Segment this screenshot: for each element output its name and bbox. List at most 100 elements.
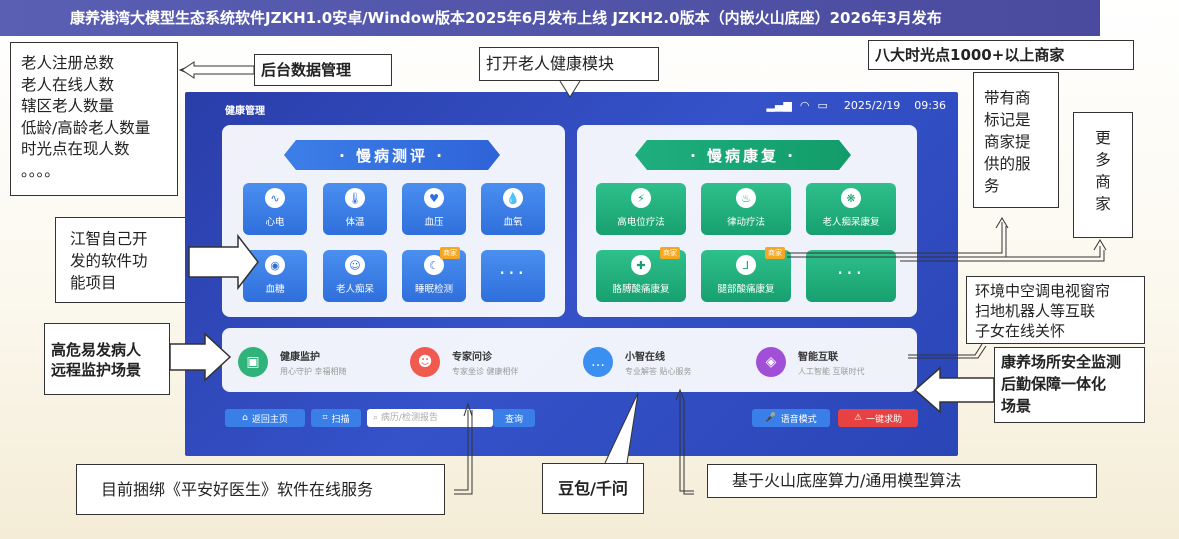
tile-more-left[interactable]: ··· xyxy=(481,250,545,302)
chronic-rehab-ribbon: · 慢病康复 · xyxy=(635,140,851,170)
stats-line: 老人注册总数 xyxy=(21,54,115,72)
tile-label: 胳膊酸痛康复 xyxy=(612,284,670,295)
doubao-note: 豆包/千问 xyxy=(542,463,644,514)
leg-icon: ⅃ xyxy=(736,255,756,275)
more-merchants-char: 更 xyxy=(1095,129,1111,147)
voice-label: 语音模式 xyxy=(780,414,817,425)
merchant-badge: 商家 xyxy=(660,247,680,259)
tile-label: 血压 xyxy=(424,217,444,228)
signal-icon: ▂▄▆ xyxy=(766,99,792,112)
merchant-mark-line: 带有商 xyxy=(984,89,1031,107)
sos-label: 一键求助 xyxy=(866,414,903,425)
stats-line: 。。。。 xyxy=(21,161,60,180)
blood-drop-icon: 💧 xyxy=(503,188,523,208)
home-icon: ⌂ xyxy=(242,413,248,423)
tile-dementia-rehab[interactable]: ❋ 老人痴呆康复 xyxy=(806,183,896,235)
stats-line: 辖区老人数量 xyxy=(21,97,115,115)
query-label: 查询 xyxy=(504,414,523,425)
connect-icon: ◈ xyxy=(756,347,786,377)
more-icon: ··· xyxy=(836,261,866,285)
safety-line: 场景 xyxy=(1001,397,1032,415)
scan-label: 扫描 xyxy=(331,414,350,425)
service-subtitle: 人工智能 互联时代 xyxy=(798,366,865,376)
wifi-icon: ◠ xyxy=(799,99,810,112)
status-bar: ▂▄▆ ◠ ▭ 2025/2/19 09:36 xyxy=(766,99,946,112)
high-risk-line: 高危易发病人 xyxy=(51,341,142,359)
merchant-badge: 商家 xyxy=(765,247,785,259)
tile-label: 睡眠检测 xyxy=(414,284,453,295)
back-home-label: 返回主页 xyxy=(251,414,288,425)
merchant-mark-note: 带有商 标记是 商家提 供的服 务 xyxy=(973,72,1059,208)
safety-line: 后勤保障一体化 xyxy=(1001,375,1107,393)
tile-temperature[interactable]: 🌡 体温 xyxy=(323,183,387,235)
voice-mode-button[interactable]: 🎤 语音模式 xyxy=(752,409,830,427)
stats-line: 时光点在现人数 xyxy=(21,140,130,158)
service-title: 健康监护 xyxy=(280,351,320,363)
stats-note: 老人注册总数 老人在线人数 辖区老人数量 低龄/高龄老人数量 时光点在现人数 。… xyxy=(10,42,178,196)
search-input[interactable]: ⌕ 病历/检测报告 xyxy=(367,409,493,427)
tile-rhythm-therapy[interactable]: ♨ 律动疗法 xyxy=(701,183,791,235)
service-smart-connect[interactable]: ◈ 智能互联 人工智能 互联时代 xyxy=(756,332,865,392)
chat-icon: … xyxy=(583,347,613,377)
more-merchants-char: 家 xyxy=(1095,195,1111,213)
tile-ecg[interactable]: ∿ 心电 xyxy=(243,183,307,235)
tile-glucose[interactable]: ◉ 血糖 xyxy=(243,250,307,302)
tile-sleep[interactable]: 商家 ☾ 睡眠检测 xyxy=(402,247,466,302)
service-expert-consult[interactable]: ☻ 专家问诊 专家坐诊 健康相伴 xyxy=(410,332,519,392)
service-title: 智能互联 xyxy=(798,351,838,363)
service-health-monitor[interactable]: ▣ 健康监护 用心守护 幸福相随 xyxy=(238,332,347,392)
more-merchants-char: 多 xyxy=(1095,151,1111,169)
stats-line: 低龄/高龄老人数量 xyxy=(21,118,151,137)
safety-line: 康养场所安全监测 xyxy=(1001,353,1122,371)
merchant-mark-line: 标记是 xyxy=(984,111,1031,129)
more-merchants-note: 更 多 商 家 xyxy=(1073,112,1133,238)
monitor-icon: ▣ xyxy=(238,347,268,377)
safety-note: 康养场所安全监测 后勤保障一体化 场景 xyxy=(994,347,1145,423)
ecg-icon: ∿ xyxy=(265,188,285,208)
tile-electric-therapy[interactable]: ⚡ 高电位疗法 xyxy=(596,183,686,235)
tile-label: 律动疗法 xyxy=(726,217,765,228)
doctor-icon: ☻ xyxy=(410,347,440,377)
service-xiaozhi-online[interactable]: … 小智在线 专业解答 贴心服务 xyxy=(583,332,692,392)
blood-pressure-icon: ♥ xyxy=(424,188,444,208)
tile-label: 体温 xyxy=(345,217,365,228)
merchants-note: 八大时光点1000+以上商家 xyxy=(868,40,1134,70)
tile-label: 腿部酸痛康复 xyxy=(717,284,775,295)
service-title: 专家问诊 xyxy=(452,351,492,363)
tile-leg-rehab[interactable]: 商家 ⅃ 腿部酸痛康复 xyxy=(701,247,791,302)
high-risk-note: 高危易发病人 远程监护场景 xyxy=(44,323,170,395)
self-dev-line: 发的软件功 xyxy=(70,252,148,270)
search-placeholder: 病历/检测报告 xyxy=(380,413,438,423)
volcano-note: 基于火山底座算力/通用模型算法 xyxy=(707,464,1097,498)
chronic-assessment-ribbon: · 慢病测评 · xyxy=(284,140,500,170)
query-button[interactable]: 查询 xyxy=(493,409,535,427)
tile-dementia[interactable]: ☺ 老人痴呆 xyxy=(323,250,387,302)
tile-label: 心电 xyxy=(265,217,285,228)
scan-button[interactable]: ⌗ 扫描 xyxy=(311,409,361,427)
backend-note: 后台数据管理 xyxy=(254,54,392,86)
tile-label: 老人痴呆 xyxy=(335,284,374,295)
merchant-mark-line: 商家提 xyxy=(984,133,1031,151)
microphone-icon: 🎤 xyxy=(765,413,777,423)
sos-button[interactable]: ⚠ 一键求助 xyxy=(838,409,918,427)
tablet-title: 健康管理 xyxy=(225,106,265,117)
brain-icon: ☺ xyxy=(345,255,365,275)
tile-blood-pressure[interactable]: ♥ 血压 xyxy=(402,183,466,235)
status-time: 09:36 xyxy=(914,99,946,112)
iot-note: 环境中空调电视窗帘 扫地机器人等互联 子女在线关怀 xyxy=(966,276,1145,344)
electric-therapy-icon: ⚡ xyxy=(631,188,651,208)
service-subtitle: 用心守护 幸福相随 xyxy=(280,366,347,376)
self-dev-line: 江智自己开 xyxy=(70,230,148,248)
arrow-backend xyxy=(178,64,254,76)
tile-label: 高电位疗法 xyxy=(617,217,665,228)
service-title: 小智在线 xyxy=(625,351,665,363)
alert-icon: ⚠ xyxy=(853,413,863,423)
tile-label: 血糖 xyxy=(265,284,285,295)
tile-more-right[interactable]: ··· xyxy=(806,250,896,302)
back-home-button[interactable]: ⌂ 返回主页 xyxy=(225,409,305,427)
thermometer-icon: 🌡 xyxy=(345,188,365,208)
tile-blood-oxygen[interactable]: 💧 血氧 xyxy=(481,183,545,235)
tile-arm-rehab[interactable]: 商家 ✚ 胳膊酸痛康复 xyxy=(596,247,686,302)
rehab-brain-icon: ❋ xyxy=(841,188,861,208)
high-risk-line: 远程监护场景 xyxy=(51,361,142,379)
